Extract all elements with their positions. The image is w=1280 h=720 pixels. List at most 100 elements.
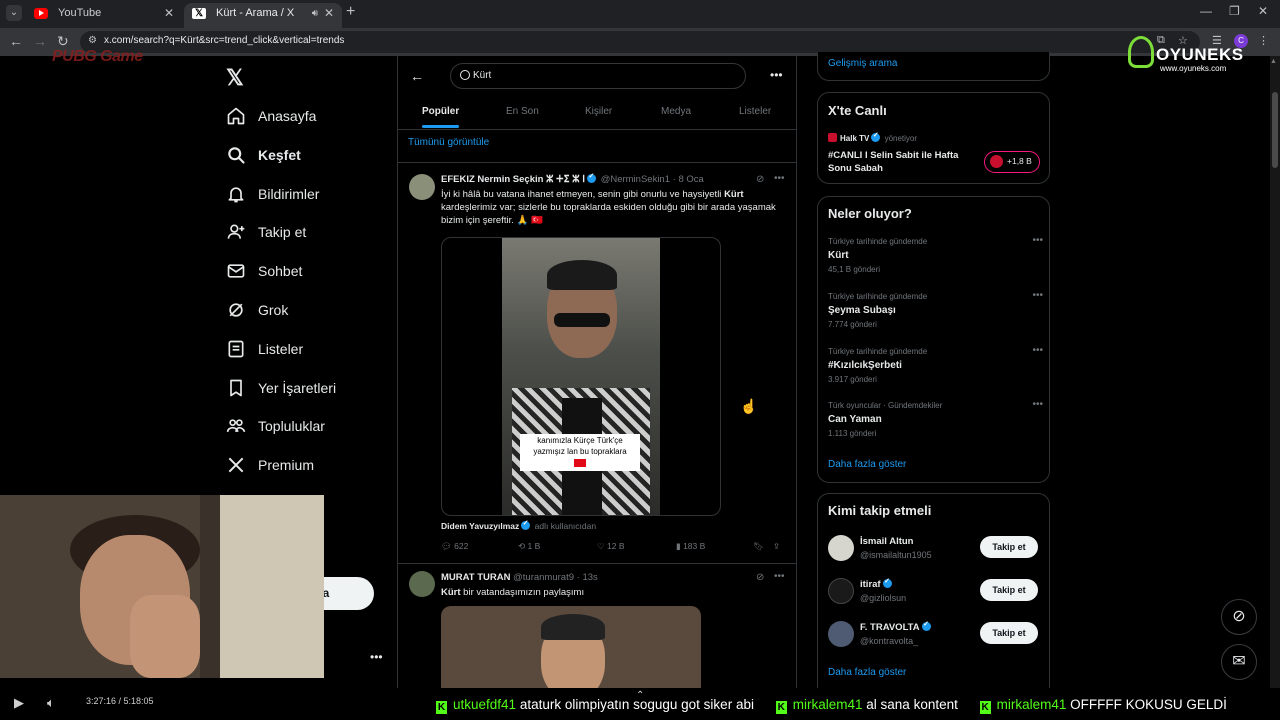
live-listeners-badge[interactable]: +1,8 B bbox=[984, 151, 1040, 173]
trend-more-icon[interactable]: ••• bbox=[1032, 345, 1043, 356]
nav-communities[interactable]: Topluluklar bbox=[226, 414, 325, 438]
live-title[interactable]: #CANLI I Selin Sabit ile Hafta Sonu Saba… bbox=[828, 149, 978, 175]
follow-button[interactable]: Takip et bbox=[980, 622, 1038, 644]
avatar[interactable] bbox=[828, 535, 854, 561]
see-all-link[interactable]: Tümünü görüntüle bbox=[408, 137, 489, 148]
back-icon[interactable]: ← bbox=[9, 33, 23, 49]
grok-explain-icon[interactable]: ⊘ bbox=[756, 174, 764, 185]
tweet-header: EFEKIZ Nermin Seçkin ⵣ ⵜⵉ ⵣ ⵏ @NerminSek… bbox=[441, 172, 704, 185]
trends-heading: Neler oluyor? bbox=[828, 206, 912, 221]
nav-explore[interactable]: Keşfet bbox=[226, 143, 301, 167]
address-bar[interactable]: ⚙ x.com/search?q=Kürt&src=trend_click&ve… bbox=[80, 31, 1200, 53]
playback-time: 3:27:16 / 5:18:05 bbox=[86, 696, 154, 706]
tweet-video[interactable]: kanımızla Kürçe Türk'çe yazmışız lan bu … bbox=[441, 237, 721, 516]
browser-tab-x-search[interactable]: 𝕏 Kürt - Arama / X 🔊︎ ✕ bbox=[184, 3, 342, 28]
scrollbar-thumb[interactable] bbox=[1272, 92, 1278, 168]
tab-latest[interactable]: En Son bbox=[506, 106, 539, 117]
views-button[interactable]: ▮ 183 B bbox=[676, 541, 705, 552]
trend-item[interactable]: Türkiye tarihinde gündemde Şeyma Subaşı … bbox=[828, 290, 1043, 338]
mail-icon: ✉ bbox=[1232, 653, 1246, 670]
tab-popular[interactable]: Popüler bbox=[422, 106, 460, 128]
volume-icon[interactable]: 🔈︎ bbox=[47, 695, 55, 711]
speaker-icon[interactable]: 🔊︎ bbox=[312, 3, 318, 24]
tab-people[interactable]: Kişiler bbox=[585, 106, 612, 117]
messages-fab-button[interactable]: ✉ bbox=[1221, 644, 1257, 680]
trend-more-icon[interactable]: ••• bbox=[1032, 290, 1043, 301]
forward-icon[interactable]: → bbox=[33, 33, 47, 49]
tweet-image[interactable] bbox=[441, 606, 701, 688]
tab-lists[interactable]: Listeler bbox=[739, 106, 771, 117]
close-window-button[interactable]: ✕ bbox=[1258, 4, 1268, 18]
like-button[interactable]: ♡ 12 B bbox=[597, 541, 625, 552]
follow-suggestion[interactable]: itiraf @gizliolsun Takip et bbox=[828, 575, 1043, 609]
close-tab-icon[interactable]: ✕ bbox=[164, 3, 174, 24]
browser-tab-youtube[interactable]: YouTube ✕ bbox=[26, 3, 182, 28]
divider bbox=[398, 162, 796, 163]
video-hair bbox=[547, 260, 617, 290]
chat-ticker: Kutkuefdf41 ataturk olimpiyatın sogugu g… bbox=[436, 697, 1245, 714]
author-handle[interactable]: @turanmurat9 bbox=[513, 572, 574, 583]
follow-show-more-link[interactable]: Daha fazla göster bbox=[828, 667, 906, 678]
author-name[interactable]: EFEKIZ Nermin Seçkin ⵣ ⵜⵉ ⵣ ⵏ bbox=[441, 174, 585, 185]
trend-item[interactable]: Türk oyuncular · Gündemdekiler Can Yaman… bbox=[828, 399, 1043, 447]
author-name[interactable]: MURAT TURAN bbox=[441, 572, 510, 583]
trend-more-icon[interactable]: ••• bbox=[1032, 399, 1043, 410]
nav-follow[interactable]: Takip et bbox=[226, 220, 306, 244]
nav-notifications[interactable]: Bildirimler bbox=[226, 182, 319, 206]
play-icon[interactable]: ▶ bbox=[14, 695, 24, 711]
tweet-time[interactable]: · 13s bbox=[577, 572, 598, 583]
avatar[interactable] bbox=[409, 571, 435, 597]
tweet-highlight: Kürt bbox=[724, 189, 744, 200]
follow-suggestion[interactable]: F. TRAVOLTA @kontravolta_ Takip et bbox=[828, 618, 1043, 652]
attribution-name[interactable]: Didem Yavuzyılmaz bbox=[441, 521, 519, 531]
nav-bookmarks[interactable]: Yer İşaretleri bbox=[226, 376, 336, 400]
follow-suggestion[interactable]: İsmail Altun @ismailaltun1905 Takip et bbox=[828, 532, 1043, 566]
back-arrow-icon[interactable]: ← bbox=[410, 68, 424, 84]
avatar[interactable] bbox=[409, 174, 435, 200]
tweet-more-icon[interactable]: ••• bbox=[774, 571, 785, 582]
nav-premium[interactable]: Premium bbox=[226, 453, 314, 477]
minimize-button[interactable]: — bbox=[1200, 4, 1212, 18]
scroll-up-icon[interactable]: ▲ bbox=[1270, 58, 1277, 65]
tab-search-icon[interactable]: ⌄ bbox=[6, 5, 22, 21]
nav-grok[interactable]: Grok bbox=[226, 298, 288, 322]
close-tab-icon[interactable]: ✕ bbox=[324, 3, 334, 24]
who-to-follow-card: Kimi takip etmeli İsmail Altun @ismailal… bbox=[817, 493, 1050, 688]
trend-item[interactable]: Türkiye tarihinde gündemde Kürt 45,1 B g… bbox=[828, 235, 1043, 283]
nav-messages[interactable]: Sohbet bbox=[226, 259, 302, 283]
tab-media[interactable]: Medya bbox=[661, 106, 691, 117]
tweet-text: Kürt bir vatandaşımızın paylaşımı bbox=[441, 586, 781, 599]
reply-button[interactable]: 💬︎ 622 bbox=[441, 541, 468, 552]
tweet-more-icon[interactable]: ••• bbox=[774, 173, 785, 184]
suggestion-name-text: İsmail Altun bbox=[860, 536, 914, 547]
share-icon[interactable]: ⇪ bbox=[773, 541, 780, 552]
trend-more-icon[interactable]: ••• bbox=[1032, 235, 1043, 246]
bookmark-button[interactable]: 🔖︎ bbox=[753, 541, 764, 552]
author-handle[interactable]: @NerminSekin1 bbox=[601, 174, 670, 185]
account-menu-icon[interactable]: ••• bbox=[370, 650, 383, 664]
trends-show-more-link[interactable]: Daha fazla göster bbox=[828, 459, 906, 470]
suggestion-name-text: F. TRAVOLTA bbox=[860, 622, 920, 633]
x-home-logo[interactable]: 𝕏 bbox=[226, 65, 244, 91]
live-source[interactable]: Halk TV yönetiyor bbox=[828, 131, 917, 143]
tweet-time[interactable]: · 8 Oca bbox=[673, 174, 704, 185]
new-tab-button[interactable]: + bbox=[346, 3, 355, 21]
avatar[interactable] bbox=[828, 621, 854, 647]
restore-button[interactable]: ❐ bbox=[1229, 4, 1240, 18]
trend-item[interactable]: Türkiye tarihinde gündemde #KızılcıkŞerb… bbox=[828, 345, 1043, 393]
advanced-search-link[interactable]: Gelişmiş arama bbox=[828, 58, 897, 69]
grok-fab-button[interactable]: ⊘ bbox=[1221, 599, 1257, 635]
follow-button[interactable]: Takip et bbox=[980, 579, 1038, 601]
repost-button[interactable]: ⟲ 1 B bbox=[518, 541, 540, 552]
avatar[interactable] bbox=[828, 578, 854, 604]
live-source-name: Halk TV bbox=[840, 134, 870, 143]
home-icon bbox=[227, 107, 245, 125]
grok-explain-icon[interactable]: ⊘ bbox=[756, 572, 764, 583]
mail-icon bbox=[227, 264, 245, 278]
follow-button[interactable]: Takip et bbox=[980, 536, 1038, 558]
nav-home[interactable]: Anasayfa bbox=[226, 104, 316, 128]
search-input[interactable]: Kürt bbox=[450, 63, 746, 89]
nav-lists[interactable]: Listeler bbox=[226, 337, 303, 361]
site-info-icon[interactable]: ⚙ bbox=[88, 35, 97, 46]
more-options-icon[interactable]: ••• bbox=[770, 68, 783, 82]
